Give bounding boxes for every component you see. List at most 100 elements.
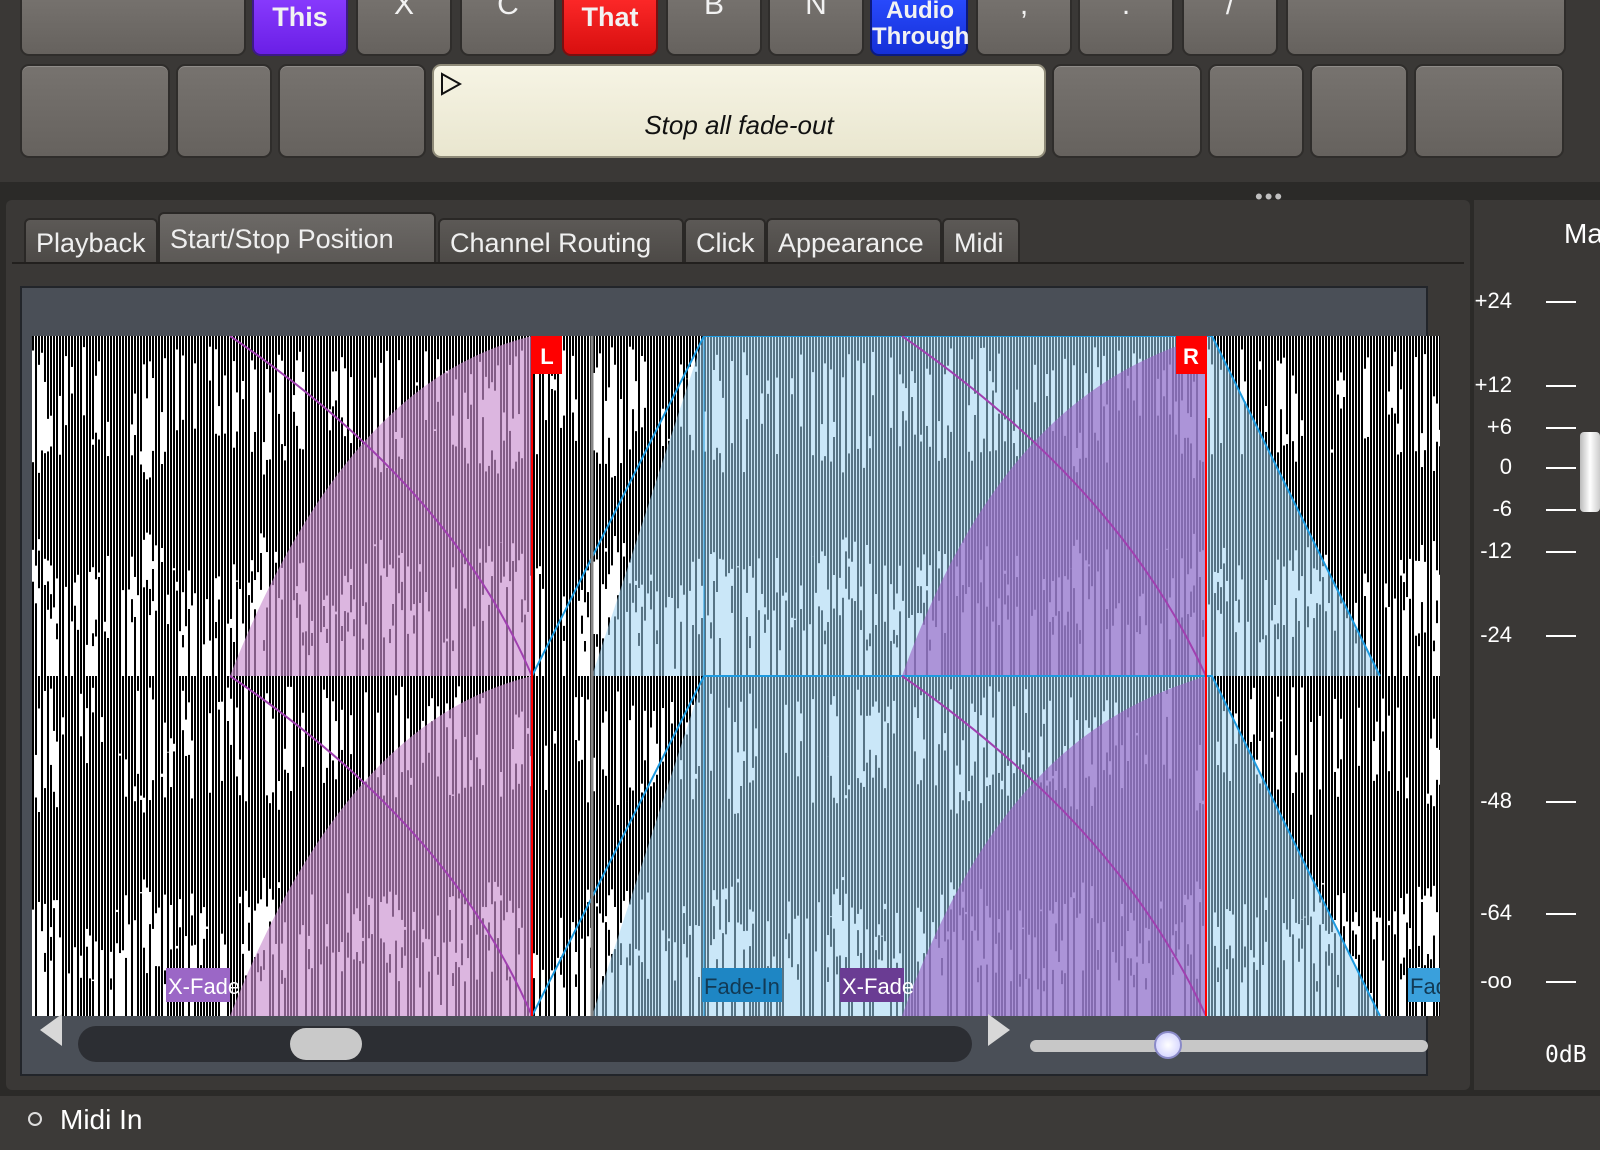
key-blank-1[interactable]: [20, 0, 246, 56]
waveform-sample: [671, 676, 673, 702]
waveform-sample: [1430, 795, 1432, 897]
waveform-sample: [1406, 922, 1408, 1016]
waveform-view[interactable]: L R X-Fade Fade-In X-Fade Fad: [32, 336, 1440, 1016]
key-row2-blank-5[interactable]: [1208, 64, 1304, 158]
waveform-sample: [626, 801, 628, 891]
key-row2-blank-2[interactable]: [176, 64, 272, 158]
waveform-sample: [572, 874, 574, 918]
waveform-sample: [173, 570, 175, 676]
waveform-sample: [143, 336, 145, 365]
waveform-sample: [653, 676, 655, 711]
tab-appearance[interactable]: Appearance: [766, 218, 942, 264]
waveform-sample: [284, 676, 286, 749]
zoom-slider-knob[interactable]: [1154, 1031, 1182, 1059]
waveform-sample: [110, 570, 112, 676]
waveform-sample: [266, 459, 268, 553]
waveform-sample: [575, 523, 577, 676]
waveform-sample: [1397, 850, 1399, 1016]
waveform-sample: [374, 336, 376, 378]
waveform-sample: [632, 790, 634, 902]
waveform-sample: [335, 676, 337, 722]
key-c[interactable]: C: [460, 0, 556, 56]
key-period[interactable]: .: [1078, 0, 1174, 56]
waveform-sample: [251, 336, 253, 361]
tab-playback[interactable]: Playback: [24, 218, 158, 264]
key-this[interactable]: This: [252, 0, 348, 56]
waveform-sample: [86, 763, 88, 929]
waveform-sample: [620, 336, 622, 400]
waveform-sample: [74, 893, 76, 930]
waveform-sample: [455, 676, 457, 698]
waveform-sample: [1406, 798, 1408, 894]
waveform-sample: [104, 390, 106, 622]
key-audio-through[interactable]: Audio Through: [870, 0, 969, 56]
key-comma[interactable]: ,: [976, 0, 1072, 56]
waveform-sample: [140, 520, 142, 676]
waveform-sample: [545, 545, 547, 676]
waveform-sample: [425, 336, 427, 352]
zoom-slider-track[interactable]: [1030, 1040, 1428, 1052]
waveform-sample: [92, 444, 94, 568]
waveform-sample: [110, 425, 112, 587]
scale-label-minus64: -64: [1480, 900, 1512, 925]
waveform-sample: [1397, 676, 1399, 708]
waveform-sample: [95, 909, 97, 942]
tab-click[interactable]: Click: [684, 218, 766, 264]
waveform-sample: [1334, 336, 1336, 433]
waveform-sample: [215, 433, 217, 579]
waveform-sample: [98, 576, 100, 676]
key-blank-2[interactable]: [1286, 0, 1566, 56]
waveform-sample: [1391, 853, 1393, 1016]
waveform-sample: [194, 747, 196, 945]
waveform-sample: [614, 336, 616, 365]
waveform-sample: [281, 336, 283, 361]
waveform-sample: [224, 676, 226, 760]
waveform-sample: [581, 422, 583, 590]
key-row2-blank-4[interactable]: [1052, 64, 1202, 158]
key-x[interactable]: X: [356, 0, 452, 56]
stop-all-fade-out-label: Stop all fade-out: [644, 110, 834, 140]
waveform-sample: [86, 367, 88, 645]
tab-midi[interactable]: Midi: [942, 218, 1020, 264]
waveform-sample: [1331, 759, 1333, 933]
waveform-sample: [188, 608, 190, 676]
waveform-sample: [107, 456, 109, 556]
waveform-sample: [266, 336, 268, 370]
waveform-sample: [335, 336, 337, 372]
tab-channel-routing[interactable]: Channel Routing: [438, 218, 684, 264]
key-n[interactable]: N: [768, 0, 864, 56]
waveform-sample: [98, 439, 100, 573]
key-slash[interactable]: /: [1182, 0, 1278, 56]
waveform-sample: [608, 437, 610, 575]
waveform-sample: [233, 447, 235, 565]
waveform-sample: [584, 641, 586, 652]
waveform-sample: [1409, 453, 1411, 559]
key-row2-blank-1[interactable]: [20, 64, 170, 158]
waveform-sample: [1439, 784, 1440, 908]
waveform-sample: [1427, 803, 1429, 889]
waveform-sample: [269, 803, 271, 889]
waveform-sample: [284, 336, 286, 447]
waveform-sample: [662, 336, 664, 409]
key-row2-blank-7[interactable]: [1414, 64, 1564, 158]
key-row2-blank-6[interactable]: [1310, 64, 1408, 158]
waveform-sample: [116, 574, 118, 676]
waveform-sample: [206, 560, 208, 596]
waveform-sample: [632, 336, 634, 350]
waveform-sample: [1292, 336, 1294, 376]
scroll-right-arrow[interactable]: [988, 1014, 1010, 1046]
scroll-left-arrow[interactable]: [40, 1014, 62, 1046]
key-b[interactable]: B: [666, 0, 762, 56]
waveform-sample: [56, 850, 58, 901]
key-row2-blank-3[interactable]: [278, 64, 426, 158]
volume-fader-cap[interactable]: [1580, 432, 1600, 512]
tab-start-stop-position[interactable]: Start/Stop Position: [158, 212, 436, 264]
horizontal-scrollbar[interactable]: [78, 1026, 972, 1062]
scale-label-0: 0: [1499, 454, 1512, 479]
waveform-sample: [680, 336, 682, 365]
scrollbar-thumb[interactable]: [290, 1028, 362, 1060]
waveform-sample: [35, 873, 37, 1016]
key-that[interactable]: That: [562, 0, 658, 56]
waveform-sample: [1406, 414, 1408, 598]
key-stop-all-fade-out[interactable]: Stop all fade-out: [432, 64, 1046, 158]
